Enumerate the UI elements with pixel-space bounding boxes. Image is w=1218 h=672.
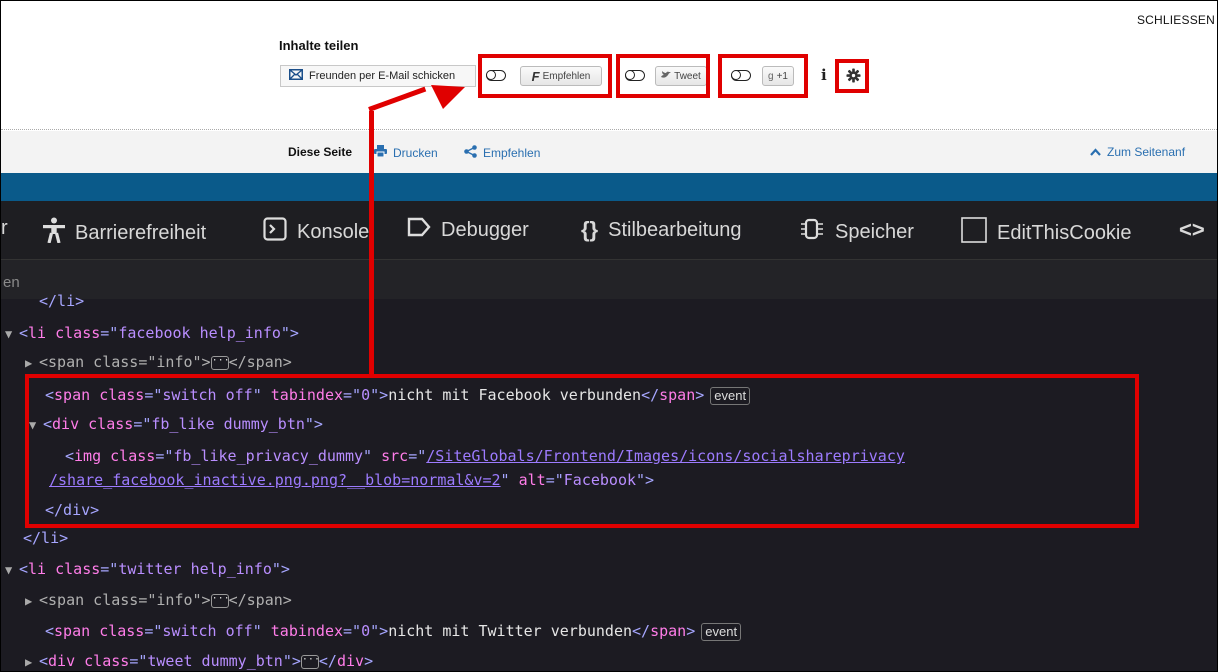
back-to-top-link[interactable]: Zum Seitenanf: [1090, 145, 1185, 159]
site-blue-bar: [1, 173, 1217, 201]
closing-tag: </li>: [23, 529, 69, 547]
ellipsis-icon[interactable]: ···: [210, 593, 230, 608]
text-node: nicht mit Twitter verbunden: [388, 622, 633, 640]
share-overlay: SCHLIESSEN Inhalte teilen Freunden per E…: [1, 1, 1217, 129]
back-to-top-label: Zum Seitenanf: [1107, 145, 1186, 159]
expanded-triangle-icon[interactable]: ▼: [5, 323, 19, 345]
closing-tag: </li>: [39, 292, 85, 310]
tab-accessibility[interactable]: Barrierefreiheit: [43, 217, 206, 249]
event-badge[interactable]: event: [701, 623, 742, 641]
tab-label: Debugger: [441, 218, 529, 241]
search-input[interactable]: en: [3, 274, 20, 291]
code-line[interactable]: <span class="switch off" tabindex="0">ni…: [45, 620, 742, 642]
print-link[interactable]: Drucken: [374, 145, 438, 160]
this-page-label: Diese Seite: [288, 145, 353, 159]
info-icon[interactable]: i: [821, 66, 827, 84]
tab-storage[interactable]: Speicher: [799, 217, 914, 247]
devtools-tabbar: r Barrierefreiheit Konsole Debugger {} S…: [1, 201, 1217, 259]
highlight-code-box: [25, 374, 1139, 528]
recommend-label: Empfehlen: [483, 146, 541, 160]
screenshot-frame: SCHLIESSEN Inhalte teilen Freunden per E…: [0, 0, 1218, 672]
share-icon: [464, 145, 477, 161]
attr-value: info: [156, 591, 193, 609]
highlight-facebook-box: [478, 54, 612, 98]
page-toolbar: Diese Seite Drucken Empfehlen Zum Seiten…: [1, 131, 1217, 173]
highlight-gplus-box: [718, 54, 808, 98]
attr-value: facebook help_info: [118, 324, 281, 342]
tab-label: r: [1, 217, 8, 239]
print-label: Drucken: [393, 145, 438, 160]
collapsed-triangle-icon[interactable]: ▶: [25, 352, 39, 374]
collapsed-triangle-icon[interactable]: ▶: [25, 651, 39, 671]
close-link[interactable]: SCHLIESSEN: [1137, 13, 1215, 27]
accessibility-icon: [43, 217, 65, 249]
tab-editthiscookie[interactable]: EditThisCookie: [961, 217, 1132, 249]
tab-label: Speicher: [835, 220, 914, 243]
printer-icon: [374, 145, 387, 160]
code-line[interactable]: ▶ <div class="tweet dummy_btn">···</div>: [25, 650, 373, 671]
recommend-link[interactable]: Empfehlen: [464, 145, 540, 161]
tab-inspector-partial[interactable]: r: [1, 217, 8, 240]
tab-debugger[interactable]: Debugger: [407, 217, 529, 243]
collapsed-triangle-icon[interactable]: ▶: [25, 590, 39, 612]
tab-label: Stilbearbeitung: [608, 218, 742, 241]
attr-value: switch off: [162, 622, 253, 640]
code-line: </li>: [39, 290, 84, 312]
tab-label: Konsole: [297, 220, 370, 243]
envelope-icon: [289, 69, 303, 83]
share-title: Inhalte teilen: [279, 38, 359, 53]
expanded-triangle-icon[interactable]: ▼: [5, 559, 19, 581]
ellipsis-icon[interactable]: ···: [300, 654, 320, 669]
editthiscookie-icon: [961, 217, 987, 249]
tab-overflow[interactable]: <>: [1179, 217, 1205, 243]
code-line[interactable]: ▶ <span class="info">···</span>: [25, 351, 292, 373]
braces-icon: {}: [581, 217, 599, 242]
tab-label: Barrierefreiheit: [75, 221, 207, 244]
tab-console[interactable]: Konsole: [263, 217, 369, 247]
attr-value: 0: [361, 622, 371, 640]
code-line: </li>: [23, 527, 68, 549]
debugger-icon: [407, 217, 431, 243]
code-line[interactable]: ▼ <li class="facebook help_info">: [5, 322, 299, 344]
highlight-gear-box: [835, 59, 869, 93]
arrow-connector-line: [369, 111, 374, 375]
storage-icon: [799, 217, 825, 247]
markup-panel: </li> ▼ <li class="facebook help_info"> ▶…: [1, 292, 1217, 671]
chevron-up-icon: [1090, 145, 1101, 159]
attr-value: twitter help_info: [118, 560, 272, 578]
search-filter-bar: en: [1, 259, 1217, 301]
arrow-head-icon: [431, 85, 465, 109]
tab-label: EditThisCookie: [997, 221, 1132, 244]
highlight-twitter-box: [616, 54, 710, 98]
code-line[interactable]: ▶ <span class="info">···</span>: [25, 589, 292, 611]
code-brackets-icon: <>: [1179, 217, 1205, 242]
attr-value: info: [156, 353, 193, 371]
tab-style-editor[interactable]: {} Stilbearbeitung: [581, 217, 742, 243]
console-icon: [263, 217, 287, 247]
attr-value: tweet dummy_btn: [147, 652, 283, 670]
dotted-divider: [1, 129, 1217, 130]
code-line[interactable]: ▼ <li class="twitter help_info">: [5, 558, 290, 580]
ellipsis-icon[interactable]: ···: [210, 355, 230, 370]
